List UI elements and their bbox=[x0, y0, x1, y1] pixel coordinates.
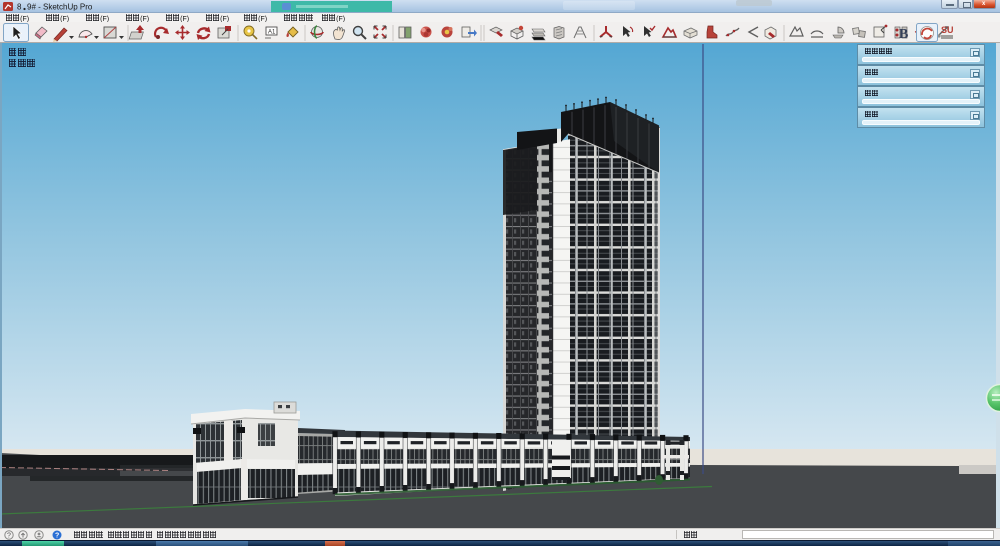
svg-text:?: ? bbox=[55, 533, 59, 540]
svg-text:B: B bbox=[899, 27, 908, 42]
svg-text:9# - SketchUp Pro: 9# - SketchUp Pro bbox=[27, 3, 93, 12]
svg-text:A1: A1 bbox=[268, 30, 276, 36]
svg-text:?: ? bbox=[7, 533, 11, 540]
svg-text:8: 8 bbox=[17, 3, 22, 12]
svg-text:SU: SU bbox=[941, 25, 954, 35]
